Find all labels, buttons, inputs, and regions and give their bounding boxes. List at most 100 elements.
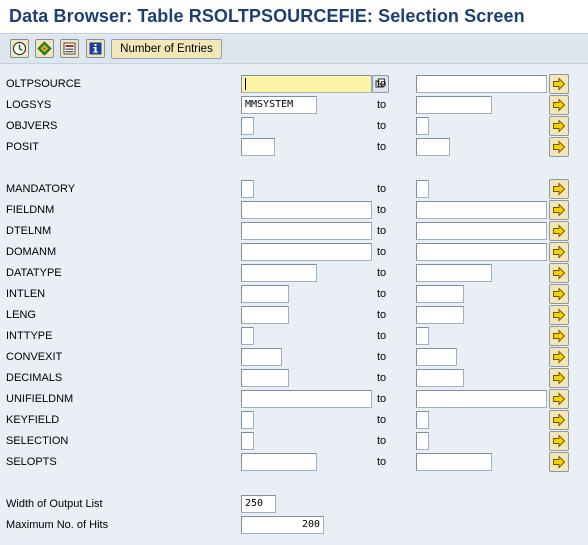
- field-row-dtelnm: DTELNM to: [0, 221, 588, 242]
- low-value-input-mandatory[interactable]: [241, 180, 254, 198]
- info-button[interactable]: [86, 39, 105, 58]
- to-label: to: [377, 330, 387, 342]
- to-label: to: [377, 393, 387, 405]
- low-value-input-inttype[interactable]: [241, 327, 254, 345]
- low-value-input-dtelnm[interactable]: [241, 222, 372, 240]
- low-value-input-unifieldnm[interactable]: [241, 390, 372, 408]
- high-value-input-logsys[interactable]: [416, 96, 492, 114]
- selection-options-icon: [37, 41, 52, 56]
- multiple-selection-button-keyfield[interactable]: [549, 410, 569, 430]
- high-value-input-unifieldnm[interactable]: [416, 390, 547, 408]
- execute-button[interactable]: [10, 39, 29, 58]
- multiple-selection-arrow-icon: [553, 119, 566, 133]
- multiple-selection-button-intlen[interactable]: [549, 284, 569, 304]
- field-label-unifieldnm: UNIFIELDNM: [6, 393, 74, 405]
- high-value-input-selopts[interactable]: [416, 453, 492, 471]
- multiple-selection-button-leng[interactable]: [549, 305, 569, 325]
- selection-options-button[interactable]: [35, 39, 54, 58]
- to-label: to: [377, 372, 387, 384]
- to-label: to: [377, 204, 387, 216]
- field-label-mandatory: MANDATORY: [6, 183, 76, 195]
- low-value-input-selection[interactable]: [241, 432, 254, 450]
- field-row-posit: POSIT to: [0, 137, 588, 158]
- high-value-input-oltpsource[interactable]: [416, 75, 547, 93]
- multiple-selection-arrow-icon: [553, 455, 566, 469]
- low-value-input-decimals[interactable]: [241, 369, 289, 387]
- low-value-input-posit[interactable]: [241, 138, 275, 156]
- max-hits-input[interactable]: 200: [241, 516, 324, 534]
- window-title: Data Browser: Table RSOLTPSOURCEFIE: Sel…: [9, 6, 525, 26]
- high-value-input-domanm[interactable]: [416, 243, 547, 261]
- multiple-selection-button-unifieldnm[interactable]: [549, 389, 569, 409]
- multiple-selection-button-mandatory[interactable]: [549, 179, 569, 199]
- low-value-input-oltpsource[interactable]: [241, 75, 372, 93]
- high-value-input-dtelnm[interactable]: [416, 222, 547, 240]
- multiple-selection-button-selopts[interactable]: [549, 452, 569, 472]
- field-row-selection: SELECTION to: [0, 431, 588, 452]
- multiple-selection-button-fieldnm[interactable]: [549, 200, 569, 220]
- to-label: to: [377, 435, 387, 447]
- multiple-selection-arrow-icon: [553, 266, 566, 280]
- to-label: to: [377, 141, 387, 153]
- number-of-entries-button[interactable]: Number of Entries: [111, 39, 222, 59]
- high-value-input-inttype[interactable]: [416, 327, 429, 345]
- multiple-selection-button-selection[interactable]: [549, 431, 569, 451]
- low-value-input-convexit[interactable]: [241, 348, 282, 366]
- field-row-intlen: INTLEN to: [0, 284, 588, 305]
- multiple-selection-button-convexit[interactable]: [549, 347, 569, 367]
- high-value-input-mandatory[interactable]: [416, 180, 429, 198]
- low-value-input-datatype[interactable]: [241, 264, 317, 282]
- to-label: to: [377, 267, 387, 279]
- high-value-input-selection[interactable]: [416, 432, 429, 450]
- field-row-unifieldnm: UNIFIELDNM to: [0, 389, 588, 410]
- multiple-selection-button-oltpsource[interactable]: [549, 74, 569, 94]
- save-variant-icon: [63, 42, 76, 55]
- multiple-selection-arrow-icon: [553, 392, 566, 406]
- multiple-selection-button-datatype[interactable]: [549, 263, 569, 283]
- to-label: to: [377, 99, 387, 111]
- low-value-input-fieldnm[interactable]: [241, 201, 372, 219]
- high-value-input-fieldnm[interactable]: [416, 201, 547, 219]
- high-value-input-posit[interactable]: [416, 138, 450, 156]
- high-value-input-leng[interactable]: [416, 306, 464, 324]
- high-value-input-convexit[interactable]: [416, 348, 457, 366]
- multiple-selection-button-posit[interactable]: [549, 137, 569, 157]
- output-width-input[interactable]: 250: [241, 495, 276, 513]
- high-value-input-keyfield[interactable]: [416, 411, 429, 429]
- high-value-input-objvers[interactable]: [416, 117, 429, 135]
- field-label-posit: POSIT: [6, 141, 40, 153]
- to-label: to: [377, 120, 387, 132]
- to-label: to: [377, 246, 387, 258]
- to-label: to: [377, 288, 387, 300]
- field-label-selopts: SELOPTS: [6, 456, 57, 468]
- multiple-selection-arrow-icon: [553, 434, 566, 448]
- low-value-input-leng[interactable]: [241, 306, 289, 324]
- multiple-selection-button-decimals[interactable]: [549, 368, 569, 388]
- field-label-objvers: OBJVERS: [6, 120, 58, 132]
- multiple-selection-button-logsys[interactable]: [549, 95, 569, 115]
- low-value-input-selopts[interactable]: [241, 453, 317, 471]
- low-value-input-intlen[interactable]: [241, 285, 289, 303]
- max-hits-label: Maximum No. of Hits: [6, 519, 109, 531]
- to-label: to: [377, 78, 387, 90]
- multiple-selection-button-domanm[interactable]: [549, 242, 569, 262]
- multiple-selection-arrow-icon: [553, 98, 566, 112]
- high-value-input-decimals[interactable]: [416, 369, 464, 387]
- low-value-input-keyfield[interactable]: [241, 411, 254, 429]
- multiple-selection-arrow-icon: [553, 329, 566, 343]
- save-variant-button[interactable]: [60, 39, 79, 58]
- field-label-domanm: DOMANM: [6, 246, 57, 258]
- low-value-input-objvers[interactable]: [241, 117, 254, 135]
- field-row-convexit: CONVEXIT to: [0, 347, 588, 368]
- high-value-input-intlen[interactable]: [416, 285, 464, 303]
- field-row-mandatory: MANDATORY to: [0, 179, 588, 200]
- multiple-selection-button-inttype[interactable]: [549, 326, 569, 346]
- low-value-text: MMSYSTEM: [245, 99, 294, 110]
- field-label-dtelnm: DTELNM: [6, 225, 52, 237]
- low-value-input-domanm[interactable]: [241, 243, 372, 261]
- multiple-selection-button-dtelnm[interactable]: [549, 221, 569, 241]
- max-hits-row: Maximum No. of Hits 200: [0, 515, 588, 536]
- multiple-selection-button-objvers[interactable]: [549, 116, 569, 136]
- high-value-input-datatype[interactable]: [416, 264, 492, 282]
- low-value-input-logsys[interactable]: MMSYSTEM: [241, 96, 317, 114]
